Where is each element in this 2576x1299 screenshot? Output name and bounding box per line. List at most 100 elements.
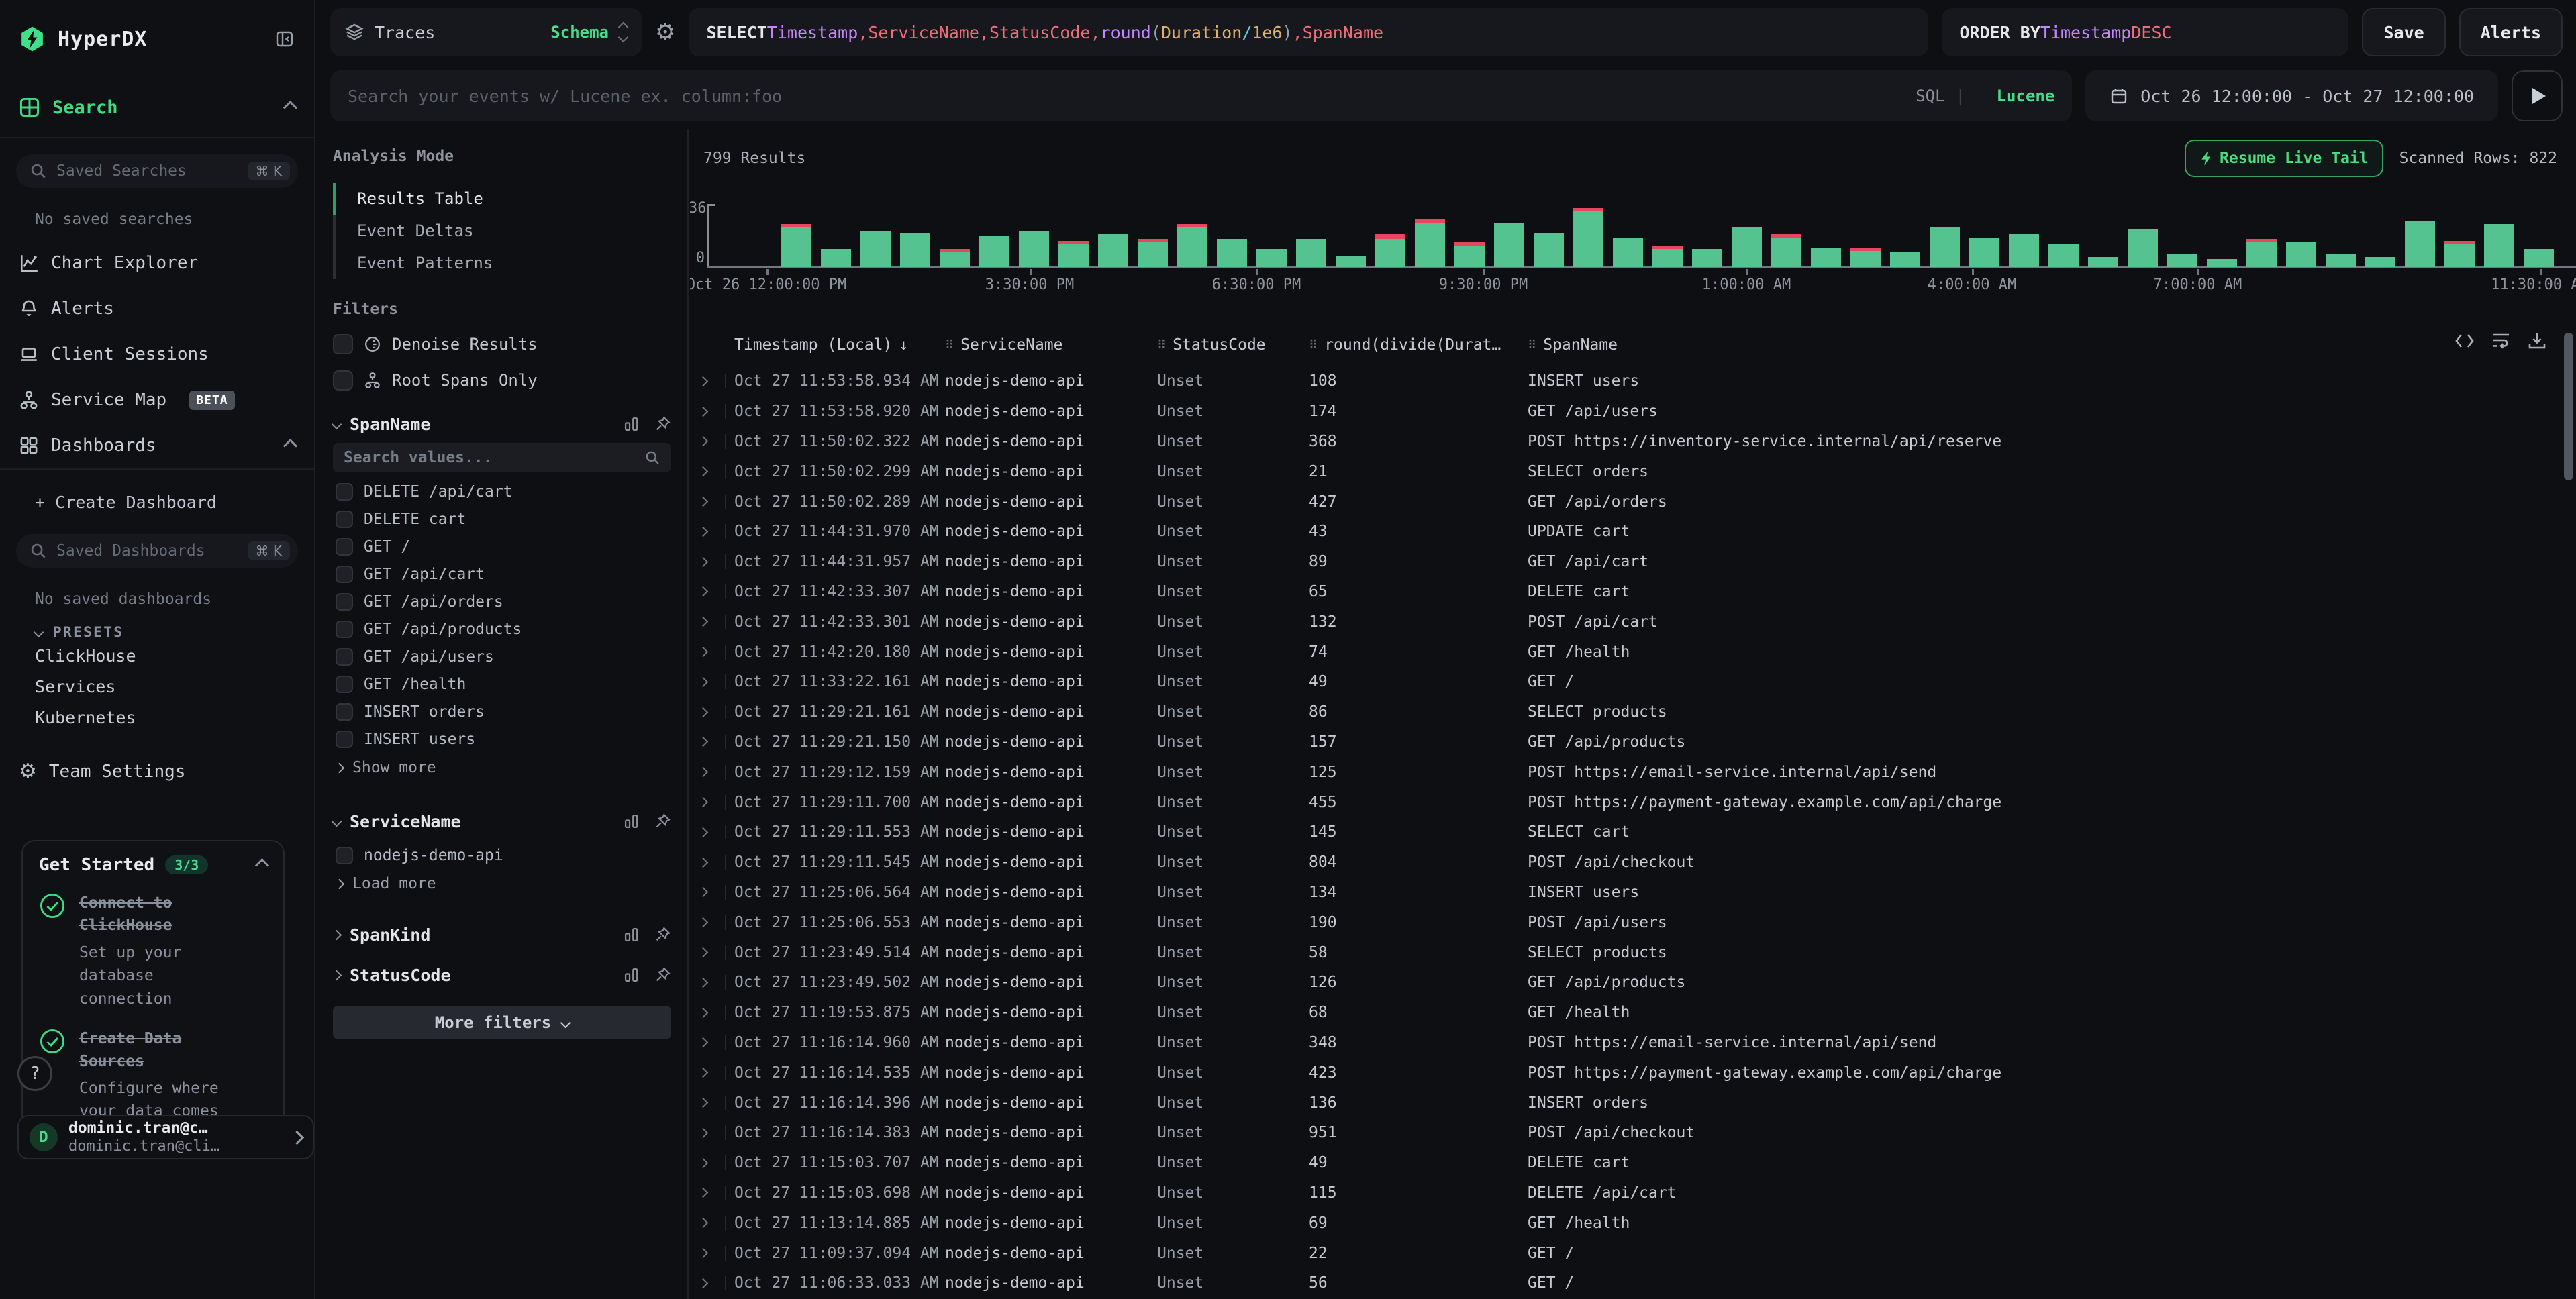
table-row[interactable]: Oct 27 11:16:14.960 AMnodejs-demo-apiUns… <box>690 1028 2576 1058</box>
histogram-bar[interactable] <box>1296 239 1326 267</box>
table-row[interactable]: Oct 27 11:15:03.707 AMnodejs-demo-apiUns… <box>690 1148 2576 1178</box>
table-row[interactable]: Oct 27 11:16:14.383 AMnodejs-demo-apiUns… <box>690 1118 2576 1148</box>
histogram-bar[interactable] <box>1652 246 1683 267</box>
settings-gear-icon[interactable]: ⚙ <box>655 21 675 44</box>
search-input[interactable]: Search your events w/ Lucene ex. column:… <box>330 70 2072 121</box>
histogram-bar[interactable] <box>1217 239 1247 267</box>
facet-header[interactable]: ServiceName <box>333 807 671 836</box>
table-row[interactable]: Oct 27 11:33:22.161 AMnodejs-demo-apiUns… <box>690 667 2576 697</box>
histogram-bar[interactable] <box>1969 238 1999 267</box>
analysis-mode-option[interactable]: Event Patterns <box>333 247 671 279</box>
source-selector[interactable]: Traces Schema <box>330 8 642 56</box>
checkbox[interactable] <box>336 648 353 666</box>
histogram-bar[interactable] <box>1890 252 1920 267</box>
drag-handle-icon[interactable]: ⠿ <box>1157 338 1166 352</box>
histogram-bar[interactable] <box>1019 231 1049 267</box>
get-started-item[interactable]: Connect to ClickHouse Set up your databa… <box>39 892 267 1010</box>
facet-header[interactable]: SpanKind <box>333 920 671 949</box>
table-row[interactable]: Oct 27 11:50:02.322 AMnodejs-demo-apiUns… <box>690 427 2576 457</box>
table-row[interactable]: Oct 27 11:23:49.514 AMnodejs-demo-apiUns… <box>690 937 2576 968</box>
histogram-bar[interactable] <box>1930 227 1960 267</box>
column-header[interactable]: ⠿round(divide(Durat… <box>1309 336 1528 354</box>
drag-handle-icon[interactable]: ⠿ <box>1309 338 1318 352</box>
checkbox[interactable] <box>336 676 353 693</box>
histogram-bar[interactable] <box>821 249 851 267</box>
saved-searches-input[interactable]: Saved Searches ⌘ K <box>16 154 298 188</box>
histogram-bar[interactable] <box>2048 244 2079 267</box>
facet-chart-icon[interactable] <box>623 926 640 943</box>
sidebar-item-service-map[interactable]: Service Map BETA <box>0 377 314 423</box>
histogram-bar[interactable] <box>2524 249 2554 267</box>
histogram-bar[interactable] <box>2405 221 2435 267</box>
download-icon[interactable] <box>2528 331 2546 350</box>
histogram-bar[interactable] <box>2246 239 2277 267</box>
checkbox[interactable] <box>333 370 353 391</box>
expand-row-chevron[interactable] <box>699 975 734 990</box>
histogram-bar[interactable] <box>1494 223 1524 267</box>
facet-header[interactable]: SpanName <box>333 409 671 439</box>
histogram-bar[interactable] <box>979 236 1009 267</box>
expand-row-chevron[interactable] <box>699 1125 734 1140</box>
analysis-mode-option[interactable]: Results Table <box>333 183 671 215</box>
table-row[interactable]: Oct 27 11:29:12.159 AMnodejs-demo-apiUns… <box>690 757 2576 787</box>
histogram-bar[interactable] <box>1534 233 1564 267</box>
expand-row-chevron[interactable] <box>699 674 734 689</box>
run-query-button[interactable] <box>2512 70 2563 121</box>
saved-dashboards-input[interactable]: Saved Dashboards ⌘ K <box>16 534 298 568</box>
histogram-bar[interactable] <box>1058 241 1089 267</box>
histogram-bar[interactable] <box>1573 208 1603 267</box>
sidebar-item-dashboards[interactable]: Dashboards <box>0 423 314 468</box>
table-row[interactable]: Oct 27 11:50:02.289 AMnodejs-demo-apiUns… <box>690 486 2576 517</box>
expand-row-chevron[interactable] <box>699 464 734 479</box>
facet-search-input[interactable]: Search values... <box>333 443 671 472</box>
histogram-bar[interactable] <box>1613 238 1643 267</box>
resume-live-tail-button[interactable]: Resume Live Tail <box>2185 140 2383 177</box>
histogram-bar[interactable] <box>1336 256 1366 267</box>
facet-chart-icon[interactable] <box>623 813 640 830</box>
histogram-bar[interactable] <box>1177 224 1207 267</box>
facet-value-checkbox[interactable]: DELETE cart <box>333 505 671 533</box>
sidebar-item-team-settings[interactable]: ⚙ Team Settings <box>0 751 314 792</box>
expand-row-chevron[interactable] <box>699 1096 734 1110</box>
drag-handle-icon[interactable]: ⠿ <box>1528 338 1536 352</box>
histogram-bar[interactable] <box>2484 224 2514 267</box>
checkbox[interactable] <box>336 731 353 748</box>
table-row[interactable]: Oct 27 11:23:49.502 AMnodejs-demo-apiUns… <box>690 968 2576 998</box>
expand-row-chevron[interactable] <box>699 1186 734 1200</box>
histogram-bar[interactable] <box>900 233 930 267</box>
facet-value-checkbox[interactable]: DELETE /api/cart <box>333 478 671 505</box>
histogram-bar[interactable] <box>1692 249 1722 267</box>
histogram-bar[interactable] <box>2326 254 2356 267</box>
expand-row-chevron[interactable] <box>699 495 734 509</box>
histogram-bar[interactable] <box>1811 248 1841 267</box>
expand-row-chevron[interactable] <box>699 1276 734 1290</box>
table-row[interactable]: Oct 27 11:16:14.396 AMnodejs-demo-apiUns… <box>690 1088 2576 1118</box>
sidebar-item-alerts[interactable]: Alerts <box>0 286 314 331</box>
facet-pin-icon[interactable] <box>654 966 671 984</box>
histogram-bar[interactable] <box>2088 257 2118 267</box>
expand-row-chevron[interactable] <box>699 434 734 449</box>
expand-row-chevron[interactable] <box>699 1035 734 1050</box>
select-expression-input[interactable]: SELECT Timestamp,ServiceName,StatusCode,… <box>689 8 1928 56</box>
help-button[interactable]: ? <box>17 1056 52 1091</box>
analysis-mode-option[interactable]: Event Deltas <box>333 215 671 247</box>
table-row[interactable]: Oct 27 11:50:02.299 AMnodejs-demo-apiUns… <box>690 456 2576 486</box>
checkbox[interactable] <box>336 593 353 611</box>
table-row[interactable]: Oct 27 11:29:21.150 AMnodejs-demo-apiUns… <box>690 727 2576 758</box>
facet-value-checkbox[interactable]: GET /health <box>333 670 671 698</box>
histogram-bar[interactable] <box>1771 234 1801 267</box>
histogram-bar[interactable] <box>1415 219 1445 267</box>
table-row[interactable]: Oct 27 11:44:31.957 AMnodejs-demo-apiUns… <box>690 547 2576 577</box>
facet-value-checkbox[interactable]: GET /api/cart <box>333 560 671 588</box>
checkbox[interactable] <box>336 483 353 501</box>
facet-value-checkbox[interactable]: INSERT orders <box>333 698 671 725</box>
expand-row-chevron[interactable] <box>699 645 734 660</box>
facet-value-checkbox[interactable]: GET /api/orders <box>333 588 671 615</box>
checkbox[interactable] <box>336 511 353 528</box>
histogram-bar[interactable] <box>1850 248 1881 267</box>
expand-row-chevron[interactable] <box>699 885 734 900</box>
order-by-input[interactable]: ORDER BY Timestamp DESC <box>1942 8 2348 56</box>
histogram-bar[interactable] <box>781 224 811 267</box>
table-row[interactable]: Oct 27 11:42:33.307 AMnodejs-demo-apiUns… <box>690 577 2576 607</box>
more-filters-button[interactable]: More filters <box>333 1006 671 1039</box>
